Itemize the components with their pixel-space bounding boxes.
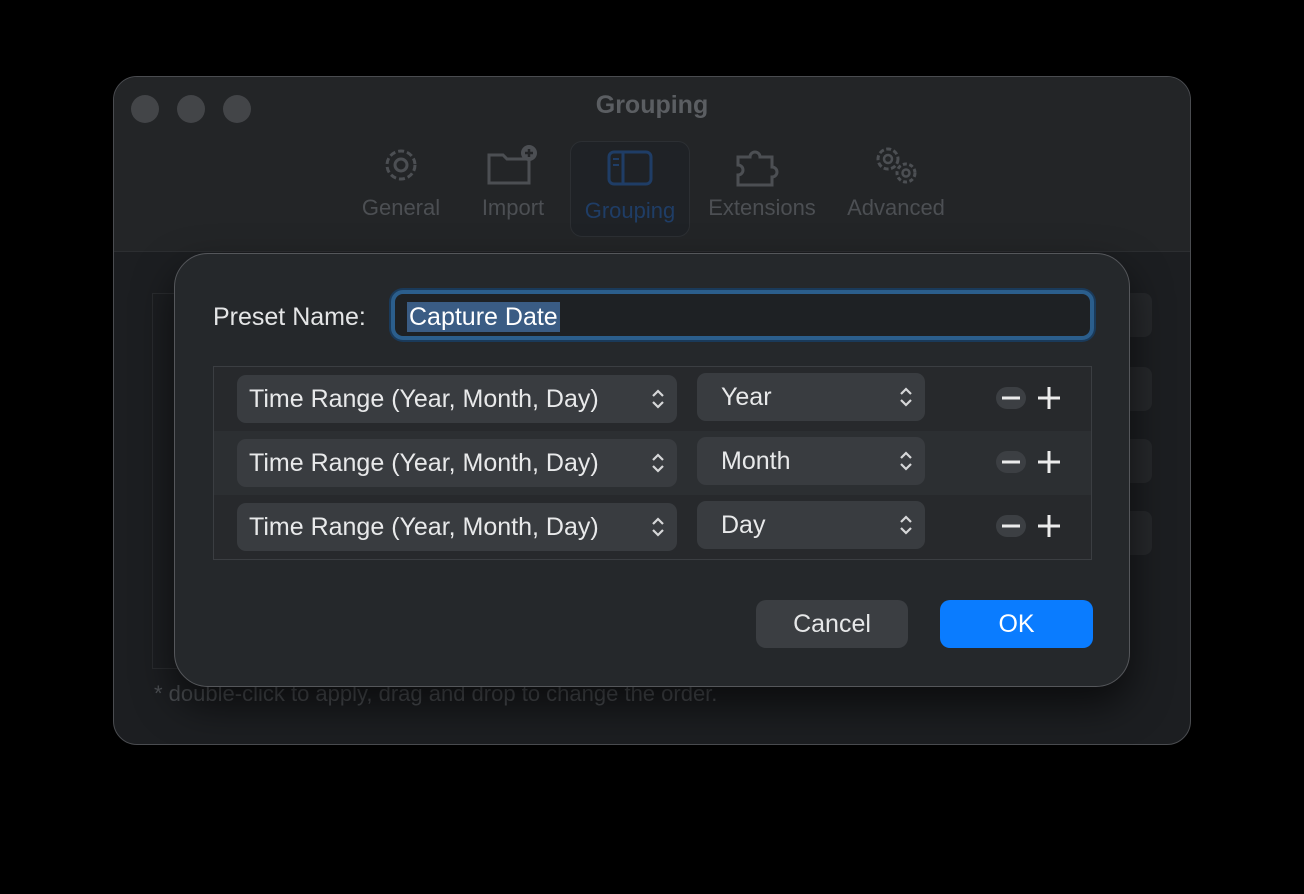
preset-name-value: Capture Date xyxy=(407,302,560,332)
field-popup-value: Time Range (Year, Month, Day) xyxy=(249,513,599,541)
rule-row: Time Range (Year, Month, Day) Year xyxy=(214,367,1091,431)
field-popup[interactable]: Time Range (Year, Month, Day) xyxy=(237,439,677,487)
ok-button[interactable]: OK xyxy=(940,600,1093,648)
rule-row: Time Range (Year, Month, Day) Month xyxy=(214,431,1091,495)
tab-extensions-label: Extensions xyxy=(708,195,816,220)
remove-rule-button[interactable] xyxy=(996,451,1026,473)
sidebar-icon xyxy=(607,150,653,186)
tab-advanced[interactable]: Advanced xyxy=(842,143,950,237)
tab-general-label: General xyxy=(361,195,441,220)
unit-popup-value: Day xyxy=(721,511,766,539)
folder-add-icon xyxy=(487,145,537,185)
puzzle-icon xyxy=(736,150,779,187)
preset-name-label: Preset Name: xyxy=(213,303,366,331)
plus-icon xyxy=(1038,451,1060,473)
unit-popup[interactable]: Month xyxy=(697,437,925,485)
add-rule-button[interactable] xyxy=(1034,451,1064,473)
preset-name-field[interactable]: Capture Date xyxy=(391,290,1094,340)
preset-sheet: Preset Name: Capture Date Time Range (Ye… xyxy=(174,253,1130,687)
remove-rule-button[interactable] xyxy=(996,387,1026,409)
tab-import-label: Import xyxy=(481,195,545,220)
cancel-button[interactable]: Cancel xyxy=(756,600,908,648)
chevron-updown-icon xyxy=(652,389,664,409)
tab-extensions[interactable]: Extensions xyxy=(704,143,820,237)
unit-popup-value: Year xyxy=(721,383,772,411)
minus-icon xyxy=(1002,396,1020,400)
chevron-updown-icon xyxy=(652,453,664,473)
minus-icon xyxy=(1002,460,1020,464)
tab-grouping-label: Grouping xyxy=(584,198,676,223)
add-rule-button[interactable] xyxy=(1034,387,1064,409)
tab-general[interactable]: General xyxy=(354,143,448,237)
field-popup[interactable]: Time Range (Year, Month, Day) xyxy=(237,375,677,423)
chevron-updown-icon xyxy=(900,515,912,535)
chevron-updown-icon xyxy=(900,387,912,407)
rule-row: Time Range (Year, Month, Day) Day xyxy=(214,495,1091,559)
chevron-updown-icon xyxy=(900,451,912,471)
tab-grouping[interactable]: Grouping xyxy=(570,141,690,237)
grouping-rules-table: Time Range (Year, Month, Day) Year Time … xyxy=(213,366,1092,560)
field-popup[interactable]: Time Range (Year, Month, Day) xyxy=(237,503,677,551)
remove-rule-button[interactable] xyxy=(996,515,1026,537)
tab-import[interactable]: Import xyxy=(468,143,558,237)
unit-popup-value: Month xyxy=(721,447,791,475)
toolbar: Grouping General Import Grouping Extensi… xyxy=(114,77,1190,252)
tab-advanced-label: Advanced xyxy=(847,195,945,220)
gear-icon xyxy=(385,149,417,181)
chevron-updown-icon xyxy=(652,517,664,537)
plus-icon xyxy=(1038,387,1060,409)
field-popup-value: Time Range (Year, Month, Day) xyxy=(249,449,599,477)
unit-popup[interactable]: Day xyxy=(697,501,925,549)
plus-icon xyxy=(1038,515,1060,537)
field-popup-value: Time Range (Year, Month, Day) xyxy=(249,385,599,413)
minus-icon xyxy=(1002,524,1020,528)
unit-popup[interactable]: Year xyxy=(697,373,925,421)
add-rule-button[interactable] xyxy=(1034,515,1064,537)
gears-icon xyxy=(876,147,917,184)
window-title: Grouping xyxy=(595,91,709,119)
